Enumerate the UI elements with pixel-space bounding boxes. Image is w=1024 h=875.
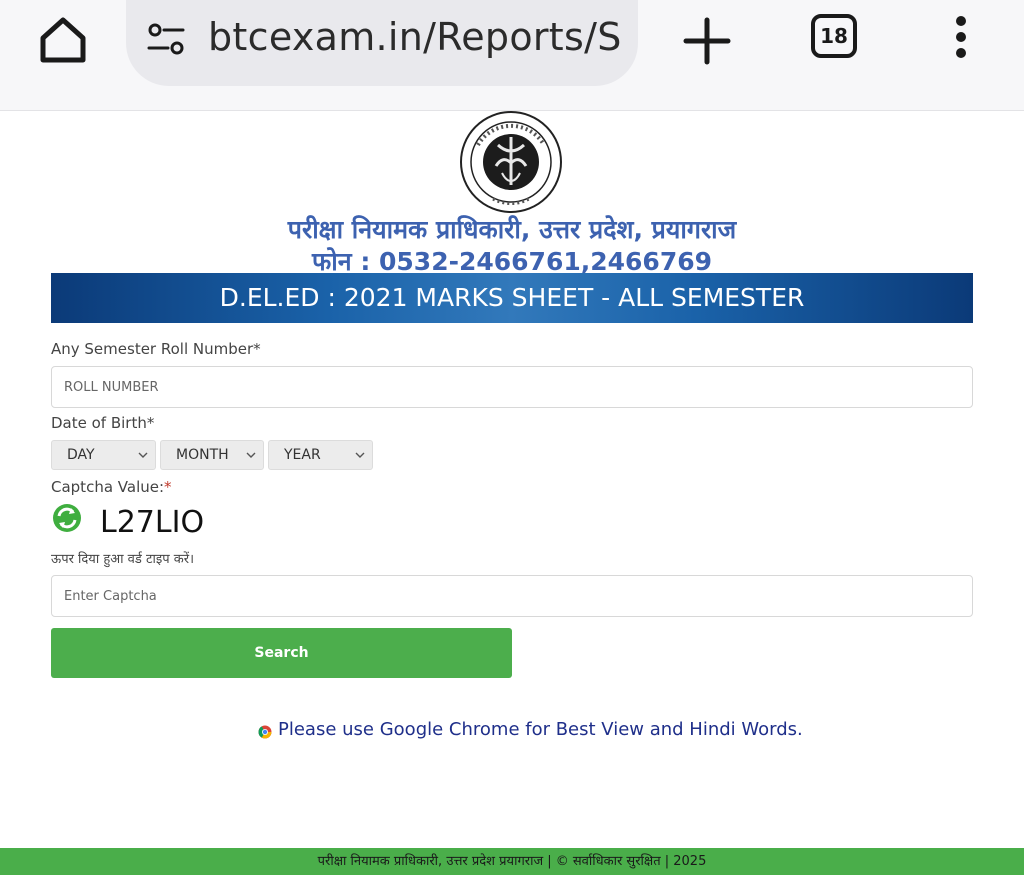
page-title-banner: D.EL.ED : 2021 MARKS SHEET - ALL SEMESTE… — [51, 273, 973, 323]
tab-switcher-button[interactable]: 18 — [811, 14, 857, 58]
url-text[interactable]: btcexam.in/Reports/S — [208, 15, 622, 59]
plus-icon[interactable] — [680, 14, 734, 68]
year-select-value: YEAR — [284, 447, 321, 463]
captcha-hint: ऊपर दिया हुआ वर्ड टाइप करें। — [51, 552, 195, 567]
browser-toolbar: btcexam.in/Reports/S 18 — [0, 0, 1024, 111]
captcha-label-text: Captcha Value: — [51, 478, 165, 496]
browser-notice: Please use Google Chrome for Best View a… — [278, 719, 803, 740]
refresh-icon[interactable] — [52, 503, 82, 533]
chrome-icon — [258, 725, 272, 739]
roll-number-label: Any Semester Roll Number* — [51, 340, 261, 358]
chevron-down-icon — [138, 452, 148, 458]
dob-label: Date of Birth* — [51, 414, 155, 432]
site-settings-icon[interactable] — [146, 20, 186, 60]
organization-title: परीक्षा नियामक प्राधिकारी, उत्तर प्रदेश,… — [287, 215, 737, 244]
search-button[interactable]: Search — [51, 628, 512, 678]
footer: परीक्षा नियामक प्राधिकारी, उत्तर प्रदेश … — [0, 848, 1024, 875]
address-bar[interactable]: btcexam.in/Reports/S — [126, 0, 638, 86]
month-select[interactable]: MONTH — [160, 440, 264, 470]
day-select[interactable]: DAY — [51, 440, 156, 470]
captcha-input[interactable] — [51, 575, 973, 617]
captcha-value: L27LIO — [100, 505, 205, 540]
day-select-value: DAY — [67, 447, 95, 463]
year-select[interactable]: YEAR — [268, 440, 373, 470]
chevron-down-icon — [246, 452, 256, 458]
required-mark: * — [164, 478, 172, 496]
up-emblem-logo — [460, 111, 562, 213]
month-select-value: MONTH — [176, 447, 229, 463]
home-icon[interactable] — [37, 14, 89, 66]
more-vert-icon[interactable] — [946, 14, 976, 64]
roll-number-input[interactable] — [51, 366, 973, 408]
chevron-down-icon — [355, 452, 365, 458]
captcha-label: Captcha Value:* — [51, 478, 172, 496]
